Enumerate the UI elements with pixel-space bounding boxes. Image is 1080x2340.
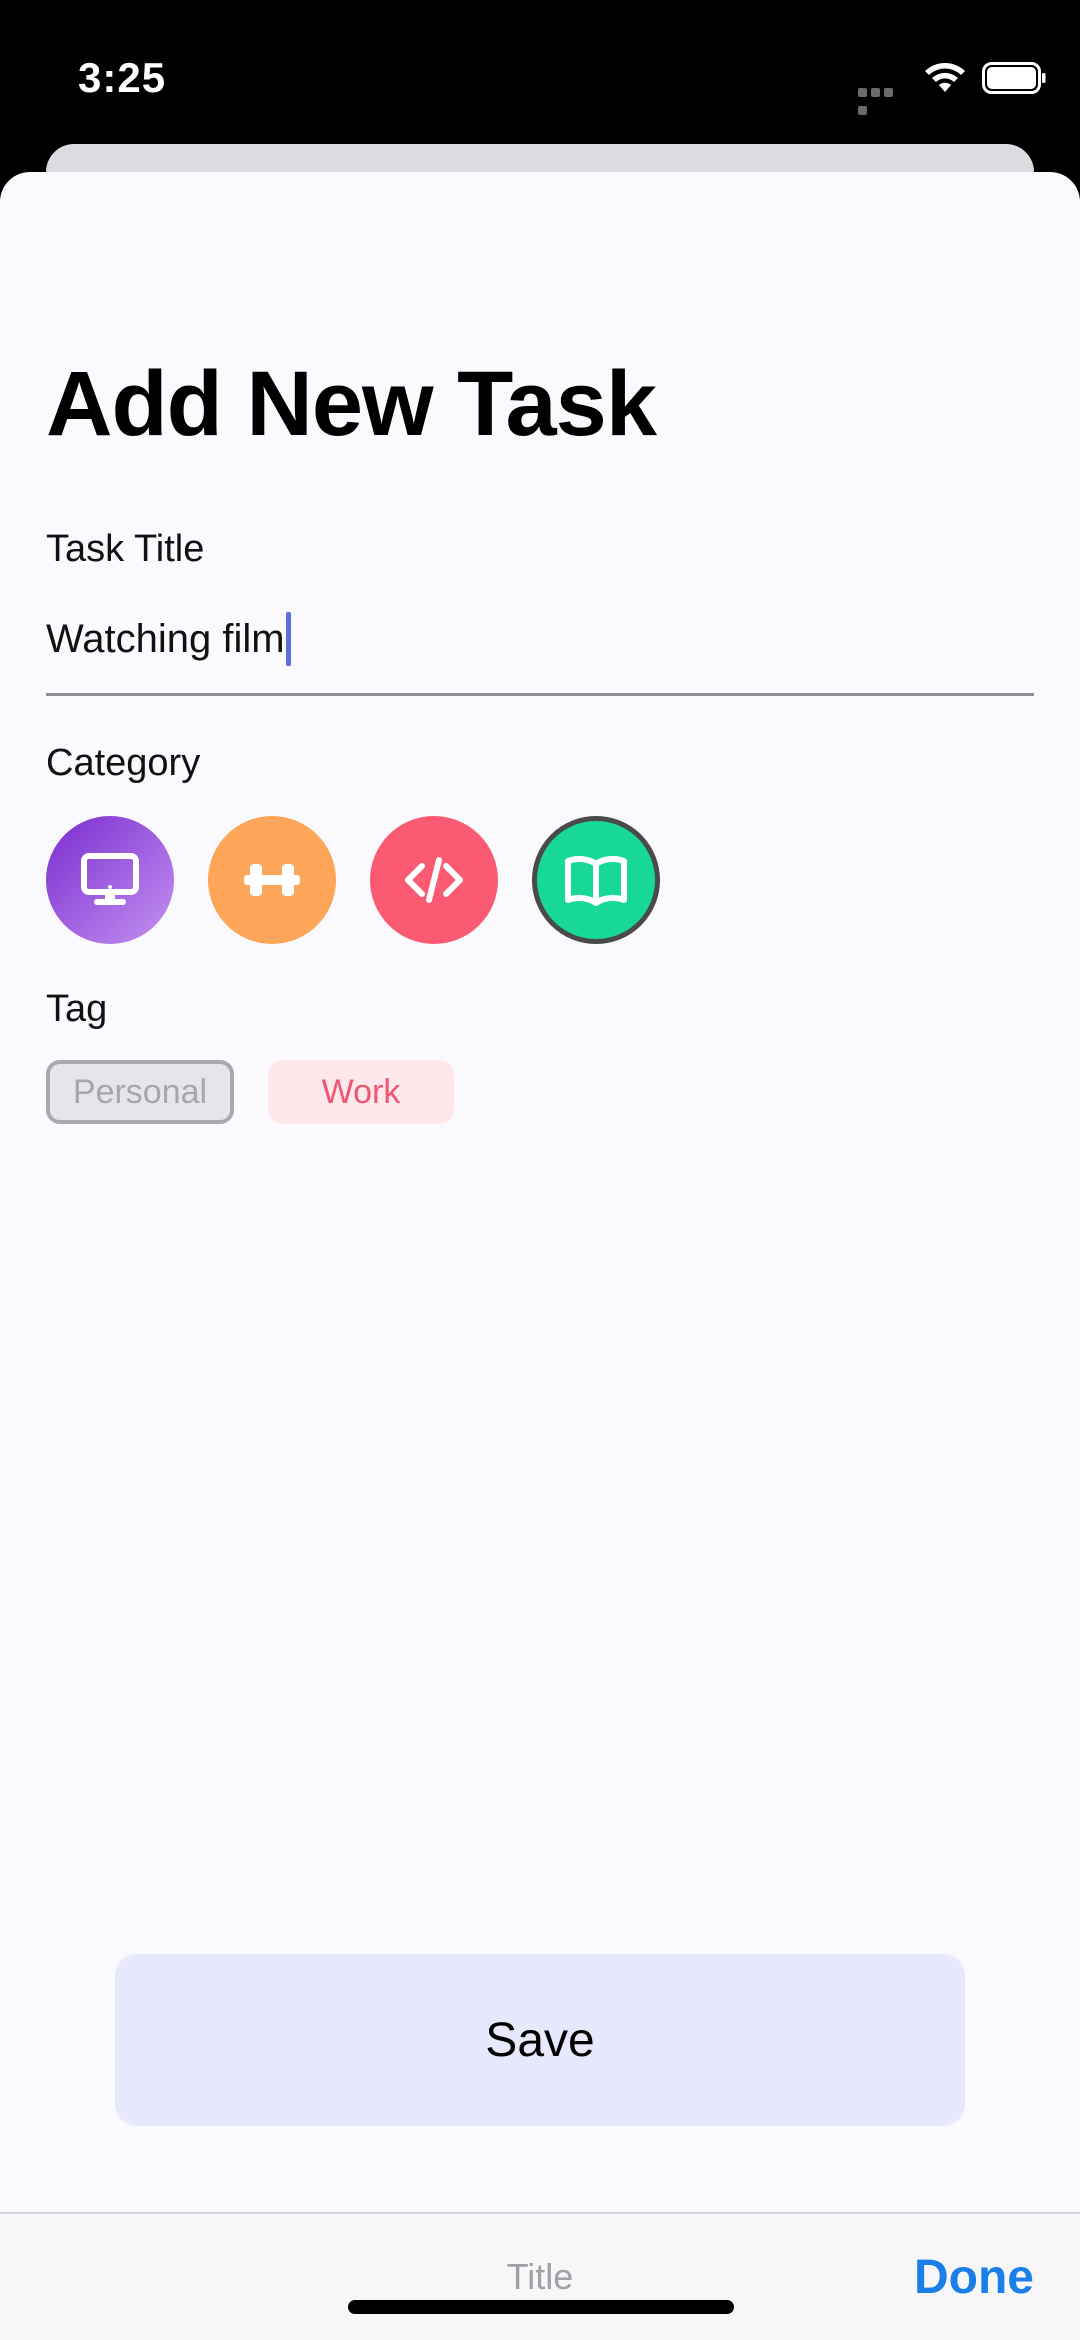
- done-button[interactable]: Done: [914, 2250, 1034, 2305]
- category-coding-button[interactable]: [370, 816, 498, 944]
- monitor-icon: [81, 853, 139, 905]
- cellular-signal-icon: [858, 84, 908, 115]
- book-icon: [565, 856, 627, 906]
- category-fitness-button[interactable]: [208, 816, 336, 944]
- tag-label: Tag: [46, 988, 108, 1030]
- status-time: 3:25: [78, 54, 167, 101]
- category-reading-button[interactable]: [532, 816, 660, 944]
- home-indicator[interactable]: [348, 2300, 734, 2314]
- category-computer-button[interactable]: [46, 816, 174, 944]
- tag-personal-button[interactable]: Personal: [46, 1060, 234, 1124]
- tag-work-button[interactable]: Work: [268, 1060, 454, 1124]
- status-bar: 3:25: [0, 0, 1080, 150]
- battery-icon: [982, 62, 1046, 94]
- text-cursor: [285, 612, 291, 666]
- task-title-label: Task Title: [46, 528, 205, 570]
- keyboard-accessory-bar: Title Done: [0, 2212, 1080, 2340]
- code-icon: [405, 857, 463, 903]
- wifi-icon: [925, 63, 965, 92]
- category-label: Category: [46, 742, 201, 784]
- task-title-value: Watching film: [46, 617, 285, 661]
- dumbbell-icon: [244, 864, 300, 896]
- page-title: Add New Task: [46, 353, 657, 455]
- save-button[interactable]: Save: [115, 1954, 965, 2126]
- task-title-input[interactable]: Watching film: [46, 612, 1034, 696]
